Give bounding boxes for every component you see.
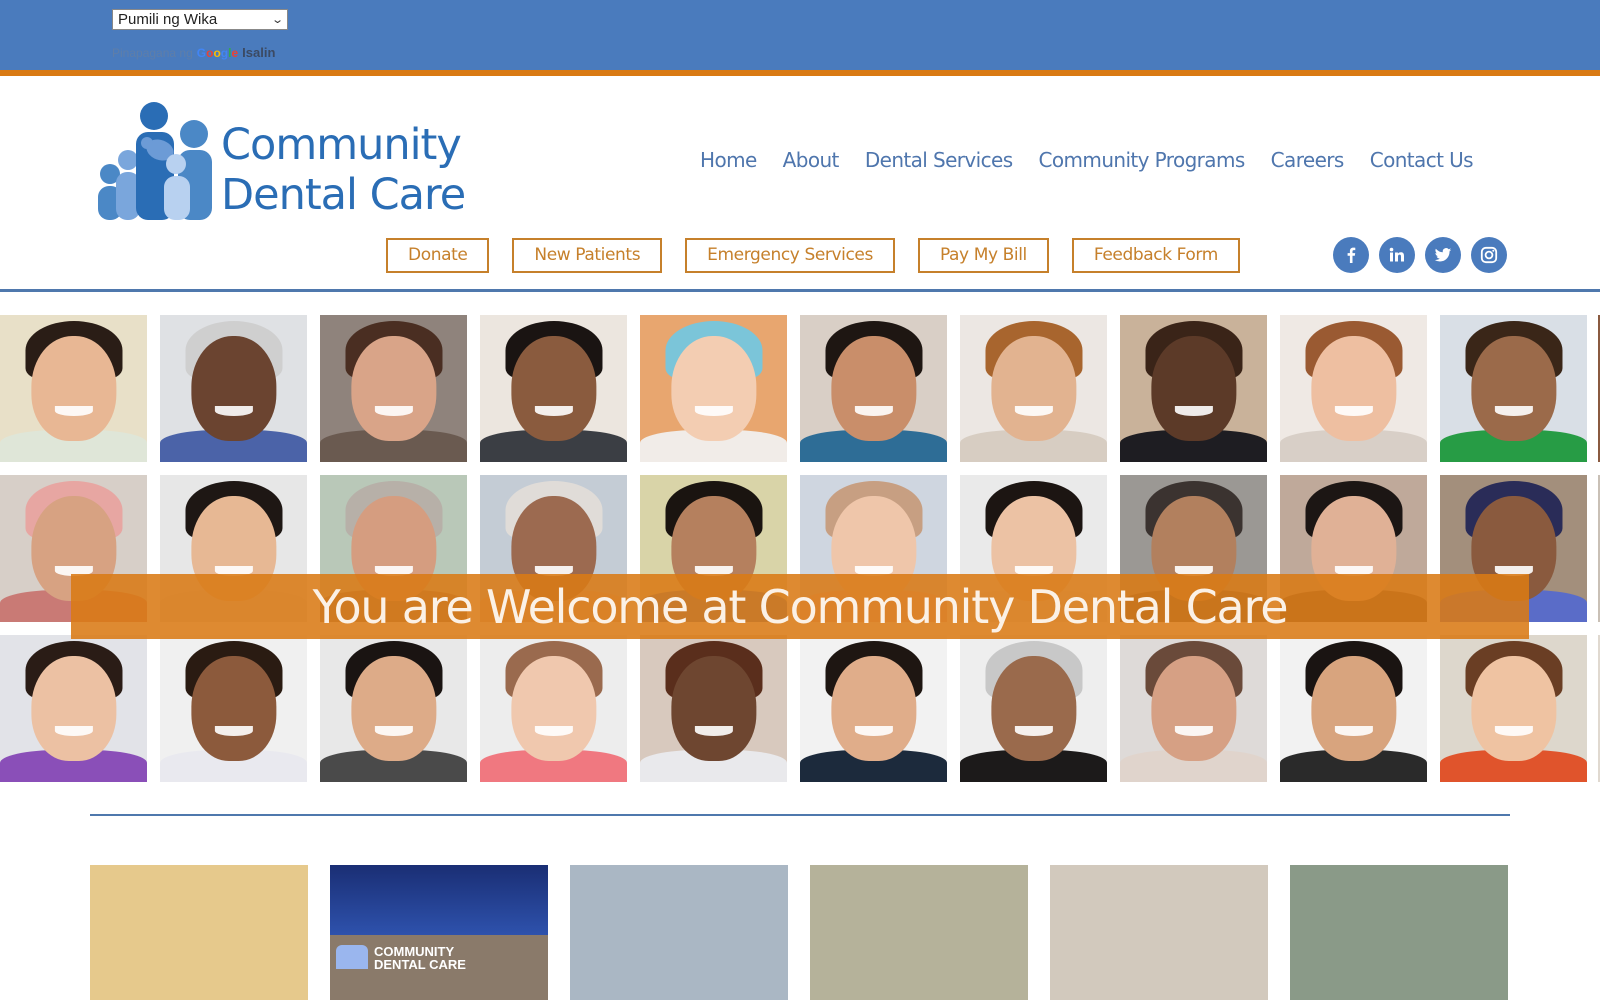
topbar-divider [0, 70, 1600, 76]
emergency-services-button[interactable]: Emergency Services [685, 238, 895, 273]
portrait-face [1310, 655, 1397, 762]
linkedin-icon [1389, 247, 1404, 262]
patient-photo [1120, 635, 1267, 782]
translate-bar: Pumili ng Wika ⌄ Pinapagana ng Google Is… [0, 0, 1600, 70]
family-logo-icon [98, 102, 212, 220]
welcome-banner: You are Welcome at Community Dental Care [71, 574, 1529, 639]
portrait-face [830, 335, 917, 442]
linkedin-link[interactable] [1379, 237, 1415, 273]
nav-home[interactable]: Home [700, 148, 757, 172]
site-logo[interactable]: Community Dental Care [96, 102, 481, 220]
twitter-icon [1434, 248, 1452, 262]
language-select-label: Pumili ng Wika [118, 11, 218, 28]
google-letter: o [213, 45, 221, 60]
portrait-face [670, 655, 757, 762]
nav-contact-us[interactable]: Contact Us [1370, 148, 1474, 172]
logo-text: Community Dental Care [221, 120, 466, 220]
powered-by-google: Pinapagana ng Google Isalin [112, 45, 275, 60]
patient-photo [160, 315, 307, 462]
pay-my-bill-button[interactable]: Pay My Bill [917, 238, 1049, 273]
patient-photo [960, 315, 1107, 462]
google-logo: Google [197, 46, 238, 60]
feature-card[interactable]: COMMUNITY DENTAL CARE [330, 865, 548, 1000]
patient-photo [320, 315, 467, 462]
header-divider [0, 289, 1600, 292]
portrait-face [1150, 655, 1237, 762]
portrait-face [190, 655, 277, 762]
patient-photo [1440, 635, 1587, 782]
patient-photo [1280, 315, 1427, 462]
patient-photo-grid [0, 315, 1600, 782]
nav-community-programs[interactable]: Community Programs [1039, 148, 1246, 172]
patient-photo [640, 635, 787, 782]
portrait-face [990, 655, 1077, 762]
portrait-face [830, 655, 917, 762]
patient-photo [640, 315, 787, 462]
patient-photo [800, 635, 947, 782]
building-logo-icon [336, 945, 368, 969]
building-sign: COMMUNITY DENTAL CARE [374, 944, 466, 972]
google-letter: G [196, 45, 207, 60]
logo-line-2: Dental Care [221, 170, 466, 220]
facebook-link[interactable] [1333, 237, 1369, 273]
instagram-link[interactable] [1471, 237, 1507, 273]
nav-careers[interactable]: Careers [1271, 148, 1345, 172]
patient-photo [960, 635, 1107, 782]
logo-line-1: Community [221, 120, 462, 170]
social-links [1333, 237, 1507, 273]
feature-card[interactable] [1050, 865, 1268, 1000]
twitter-link[interactable] [1425, 237, 1461, 273]
nav-about[interactable]: About [783, 148, 840, 172]
portrait-face [1470, 655, 1557, 762]
portrait-face [350, 655, 437, 762]
new-patients-button[interactable]: New Patients [512, 238, 663, 273]
feature-card[interactable] [1290, 865, 1508, 1000]
patient-photo [800, 315, 947, 462]
feature-card[interactable] [570, 865, 788, 1000]
patient-photo [0, 315, 147, 462]
main-nav: Home About Dental Services Community Pro… [700, 148, 1474, 172]
patient-photo [480, 315, 627, 462]
language-select[interactable]: Pumili ng Wika ⌄ [112, 9, 288, 30]
instagram-icon [1480, 246, 1498, 264]
patient-photo [1440, 315, 1587, 462]
patient-photo [0, 635, 147, 782]
donate-button[interactable]: Donate [386, 238, 490, 273]
portrait-face [350, 335, 437, 442]
facebook-icon [1347, 247, 1356, 263]
patient-photo [160, 635, 307, 782]
patient-photo [1280, 635, 1427, 782]
nav-dental-services[interactable]: Dental Services [865, 148, 1013, 172]
portrait-face [30, 655, 117, 762]
patient-photo [1120, 315, 1267, 462]
section-divider [90, 814, 1510, 816]
portrait-face [1310, 335, 1397, 442]
feature-cards: COMMUNITY DENTAL CARE [90, 865, 1508, 1000]
portrait-face [990, 335, 1077, 442]
feature-card[interactable] [810, 865, 1028, 1000]
portrait-face [1470, 335, 1557, 442]
welcome-banner-text: You are Welcome at Community Dental Care [312, 579, 1289, 634]
feedback-form-button[interactable]: Feedback Form [1071, 238, 1240, 273]
portrait-face [1150, 335, 1237, 442]
portrait-face [190, 335, 277, 442]
feature-card[interactable] [90, 865, 308, 1000]
quick-links: Donate New Patients Emergency Services P… [386, 238, 1240, 273]
chevron-down-icon: ⌄ [270, 14, 284, 26]
translate-link[interactable]: Isalin [242, 45, 275, 60]
portrait-face [510, 655, 597, 762]
powered-by-label: Pinapagana ng [112, 45, 193, 60]
google-letter: e [231, 45, 239, 60]
patient-photo [320, 635, 467, 782]
portrait-face [670, 335, 757, 442]
portrait-face [510, 335, 597, 442]
portrait-face [30, 335, 117, 442]
patient-photo [480, 635, 627, 782]
